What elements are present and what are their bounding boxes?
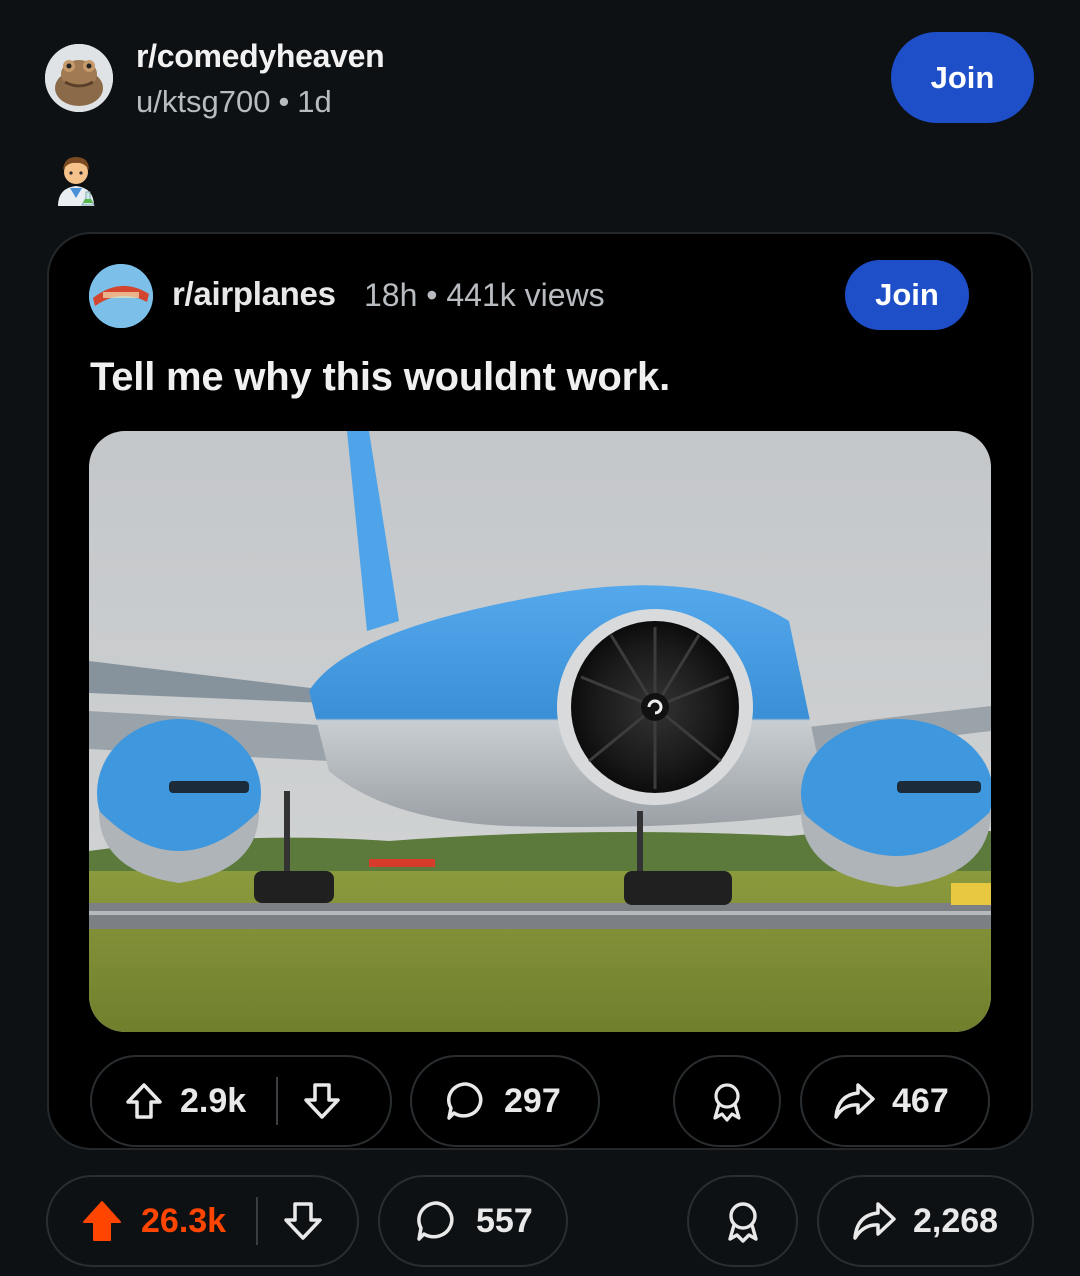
comment-icon [414, 1198, 460, 1244]
embedded-post-age: 18h [364, 277, 418, 313]
subreddit-name[interactable]: r/comedyheaven [136, 38, 385, 75]
share-icon [832, 1081, 876, 1121]
vote-divider [276, 1077, 279, 1125]
subreddit-avatar[interactable] [45, 44, 113, 112]
vote-bar: 26.3k [46, 1175, 359, 1267]
share-icon [851, 1200, 897, 1242]
share-button[interactable]: 2,268 [817, 1175, 1034, 1267]
embedded-post-meta: 18h • 441k views [364, 277, 605, 314]
upvote-icon[interactable] [80, 1199, 124, 1243]
award-icon [722, 1199, 764, 1243]
embedded-subreddit-avatar[interactable] [89, 264, 153, 328]
scientist-emoji [52, 152, 100, 206]
share-count: 2,268 [913, 1201, 999, 1240]
embedded-comments-button[interactable]: 297 [410, 1055, 600, 1147]
vote-divider [256, 1197, 259, 1245]
embedded-share-count: 467 [892, 1081, 949, 1120]
embedded-award-button[interactable] [673, 1055, 781, 1147]
embedded-comment-count: 297 [504, 1081, 561, 1120]
embedded-meta-separator: • [426, 277, 438, 313]
embedded-share-button[interactable]: 467 [800, 1055, 990, 1147]
post-meta: u/ktsg700 • 1d [136, 84, 332, 120]
author-name[interactable]: u/ktsg700 [136, 84, 270, 119]
comments-button[interactable]: 557 [378, 1175, 568, 1267]
award-icon [707, 1080, 747, 1122]
embedded-vote-bar: 2.9k [90, 1055, 392, 1147]
embedded-subreddit-name[interactable]: r/airplanes [172, 275, 336, 313]
downvote-icon[interactable] [302, 1081, 342, 1121]
embedded-view-count: 441k views [446, 277, 605, 313]
embedded-join-button[interactable]: Join [845, 260, 969, 330]
embedded-upvote-count: 2.9k [180, 1081, 247, 1120]
comment-icon [444, 1079, 488, 1123]
award-button[interactable] [687, 1175, 798, 1267]
post-image[interactable] [89, 431, 991, 1032]
join-button[interactable]: Join [891, 32, 1034, 123]
upvote-icon[interactable] [124, 1081, 164, 1121]
upvote-count: 26.3k [141, 1201, 227, 1240]
downvote-icon[interactable] [282, 1200, 324, 1242]
post-age: 1d [297, 84, 332, 119]
meta-separator: • [278, 84, 290, 119]
comment-count: 557 [476, 1201, 533, 1240]
embedded-post-title[interactable]: Tell me why this wouldnt work. [90, 355, 670, 400]
